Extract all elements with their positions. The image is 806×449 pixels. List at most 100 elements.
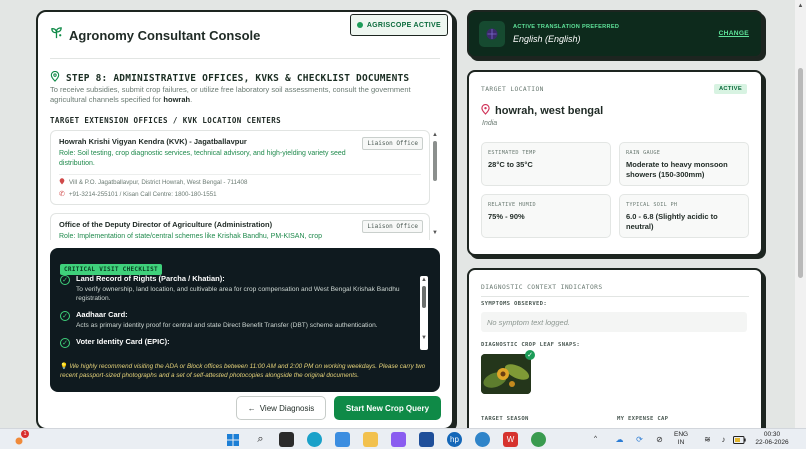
metric-value: 75% - 90%: [488, 212, 525, 221]
view-diagnosis-label: View Diagnosis: [259, 403, 315, 413]
edge-browser-icon[interactable]: [307, 432, 322, 447]
sync-icon[interactable]: ⟳: [632, 432, 647, 447]
office-address: Vill & P.O. Jagatballavpur, District How…: [69, 179, 248, 186]
store-app-icon[interactable]: [335, 432, 350, 447]
scroll-up-icon[interactable]: ▲: [431, 131, 439, 139]
location-name-row: howrah, west bengal: [481, 103, 603, 118]
metric-value: 28°C to 35°C: [488, 160, 533, 169]
metric-label: TYPICAL SOIL PH: [626, 202, 678, 208]
lightbulb-icon: 💡: [60, 363, 68, 370]
checklist-item-text: Acts as primary identity proof for centr…: [76, 322, 378, 329]
location-status-badge: ACTIVE: [713, 84, 747, 94]
office-list-scrollbar[interactable]: ▲ ▼: [431, 131, 439, 239]
battery-icon[interactable]: [732, 432, 747, 447]
location-pin-icon: [59, 178, 65, 187]
liaison-office-tag: Liaison Office: [362, 137, 423, 150]
office-name: Office of the Deputy Director of Agricul…: [59, 220, 273, 229]
metric-rain-gauge: RAIN GAUGE Moderate to heavy monsoon sho…: [619, 142, 749, 186]
wps-office-icon[interactable]: W: [503, 432, 518, 447]
view-diagnosis-button[interactable]: ← View Diagnosis: [236, 396, 326, 420]
onedrive-icon[interactable]: ☁: [612, 432, 627, 447]
scroll-down-icon[interactable]: ▼: [420, 334, 428, 342]
file-explorer-icon[interactable]: [363, 432, 378, 447]
metric-value: Moderate to heavy monsoon showers (150-3…: [626, 160, 728, 179]
checklist-scrollbar[interactable]: ▲ ▼: [420, 276, 428, 350]
check-circle-icon: ✓: [60, 311, 70, 321]
task-view-icon[interactable]: [279, 432, 294, 447]
scroll-down-icon[interactable]: ▼: [431, 229, 439, 237]
agriscope-status-label: AGRISCOPE ACTIVE: [366, 21, 441, 29]
location-label: TARGET LOCATION: [481, 86, 544, 93]
symptoms-value: No symptom text logged.: [481, 312, 747, 332]
leaf-snap-thumbnail[interactable]: [481, 354, 531, 394]
sprout-icon: [50, 26, 63, 44]
check-circle-icon: ✓: [60, 275, 70, 285]
checklist-note-text: We highly recommend visiting the ADA or …: [60, 363, 426, 379]
search-icon[interactable]: ⌕: [253, 432, 268, 447]
office-card[interactable]: Office of the Deputy Director of Agricul…: [50, 213, 430, 240]
check-circle-icon: ✓: [60, 338, 70, 348]
divider: [481, 296, 749, 297]
metric-label: RAIN GAUGE: [626, 150, 661, 156]
scroll-thumb[interactable]: [433, 141, 437, 181]
divider: [59, 174, 421, 175]
scroll-up-icon[interactable]: ▲: [795, 2, 806, 10]
checklist-item-title: Land Record of Rights (Parcha / Khatian)…: [76, 274, 225, 283]
language-indicator[interactable]: ENG IN: [674, 431, 688, 447]
start-windows-icon[interactable]: [225, 432, 240, 447]
hp-app-icon[interactable]: hp: [447, 432, 462, 447]
camera-off-icon[interactable]: ⊘: [652, 432, 667, 447]
volume-icon[interactable]: ♪: [716, 432, 731, 447]
arrow-left-icon: ←: [247, 403, 256, 413]
scroll-thumb[interactable]: [422, 286, 426, 308]
office-card[interactable]: Howrah Krishi Vigyan Kendra (KVK) - Jaga…: [50, 130, 430, 205]
windows-taskbar: 1 ⌕ hp W ^ ☁ ⟳ ⊘ ENG IN ≋ ♪ 00:30 22-06-…: [0, 428, 806, 449]
metric-relative-humid: RELATIVE HUMID 75% - 90%: [481, 194, 611, 238]
agriscope-status-badge: AGRISCOPE ACTIVE: [349, 14, 448, 36]
support-app-icon[interactable]: [475, 432, 490, 447]
copilot-icon[interactable]: [391, 432, 406, 447]
office-phone-row: ✆ +91-3214-255101 / Kisan Call Centre: 1…: [59, 190, 421, 199]
step-description-text: To receive subsidies, submit crop failur…: [50, 85, 411, 104]
start-new-crop-query-button[interactable]: Start New Crop Query: [334, 396, 441, 420]
clock-date: 22-06-2026: [755, 439, 789, 446]
target-location-card: TARGET LOCATION ACTIVE howrah, west beng…: [467, 70, 763, 256]
wifi-icon[interactable]: ≋: [700, 432, 715, 447]
clock-time: 00:30: [763, 431, 781, 438]
metric-label: ESTIMATED TEMP: [488, 150, 536, 156]
location-country: India: [482, 120, 498, 127]
leaf-snaps-label: DIAGNOSTIC CROP LEAF SNAPS:: [481, 342, 581, 348]
metric-estimated-temp: ESTIMATED TEMP 28°C to 35°C: [481, 142, 611, 186]
status-dot-icon: [356, 22, 363, 28]
checklist-item: ✓ Aadhaar Card: Acts as primary identity…: [60, 310, 416, 330]
symptoms-label: SYMPTOMS OBSERVED:: [481, 301, 548, 307]
page-scrollbar[interactable]: ▲: [795, 0, 806, 428]
region-code: IN: [677, 439, 685, 446]
office-list[interactable]: Howrah Krishi Vigyan Kendra (KVK) - Jaga…: [50, 130, 430, 240]
metric-soil-ph: TYPICAL SOIL PH 6.0 - 6.8 (Slightly acid…: [619, 194, 749, 238]
checklist-note: 💡 We highly recommend visiting the ADA o…: [60, 362, 428, 380]
checklist-item-title: Aadhaar Card:: [76, 310, 128, 319]
office-address-row: Vill & P.O. Jagatballavpur, District How…: [59, 178, 421, 187]
scroll-up-icon[interactable]: ▲: [420, 276, 428, 284]
system-clock[interactable]: 00:30 22-06-2026: [752, 431, 792, 447]
target-season-label: TARGET SEASON: [481, 416, 529, 422]
step-title: STEP 8: ADMINISTRATIVE OFFICES, KVKS & C…: [66, 72, 410, 84]
checklist-item-text: To verify ownership, land location, and …: [76, 286, 400, 302]
chrome-browser-icon[interactable]: [531, 432, 546, 447]
show-hidden-icons-chevron[interactable]: ^: [594, 435, 597, 443]
checklist-items[interactable]: ✓ Land Record of Rights (Parcha / Khatia…: [60, 274, 416, 350]
translation-value: English (English): [513, 34, 581, 44]
diagnostic-label: DIAGNOSTIC CONTEXT INDICATORS: [481, 284, 603, 291]
checklist-item: ✓ Land Record of Rights (Parcha / Khatia…: [60, 274, 416, 303]
console-header: Agronomy Consultant Console: [50, 26, 260, 44]
language-code: ENG: [674, 431, 689, 438]
checklist-item: ✓ Voter Identity Card (EPIC):: [60, 337, 416, 348]
office-phone[interactable]: +91-3214-255101 / Kisan Call Centre: 180…: [69, 191, 217, 198]
change-language-link[interactable]: CHANGE: [719, 30, 749, 37]
calendar-app-icon[interactable]: [419, 432, 434, 447]
page-scroll-thumb[interactable]: [798, 68, 803, 278]
translate-icon: [479, 21, 505, 47]
map-pin-icon: [481, 103, 490, 118]
translation-preference-card: ACTIVE TRANSLATION PREFERRED English (En…: [467, 10, 763, 58]
